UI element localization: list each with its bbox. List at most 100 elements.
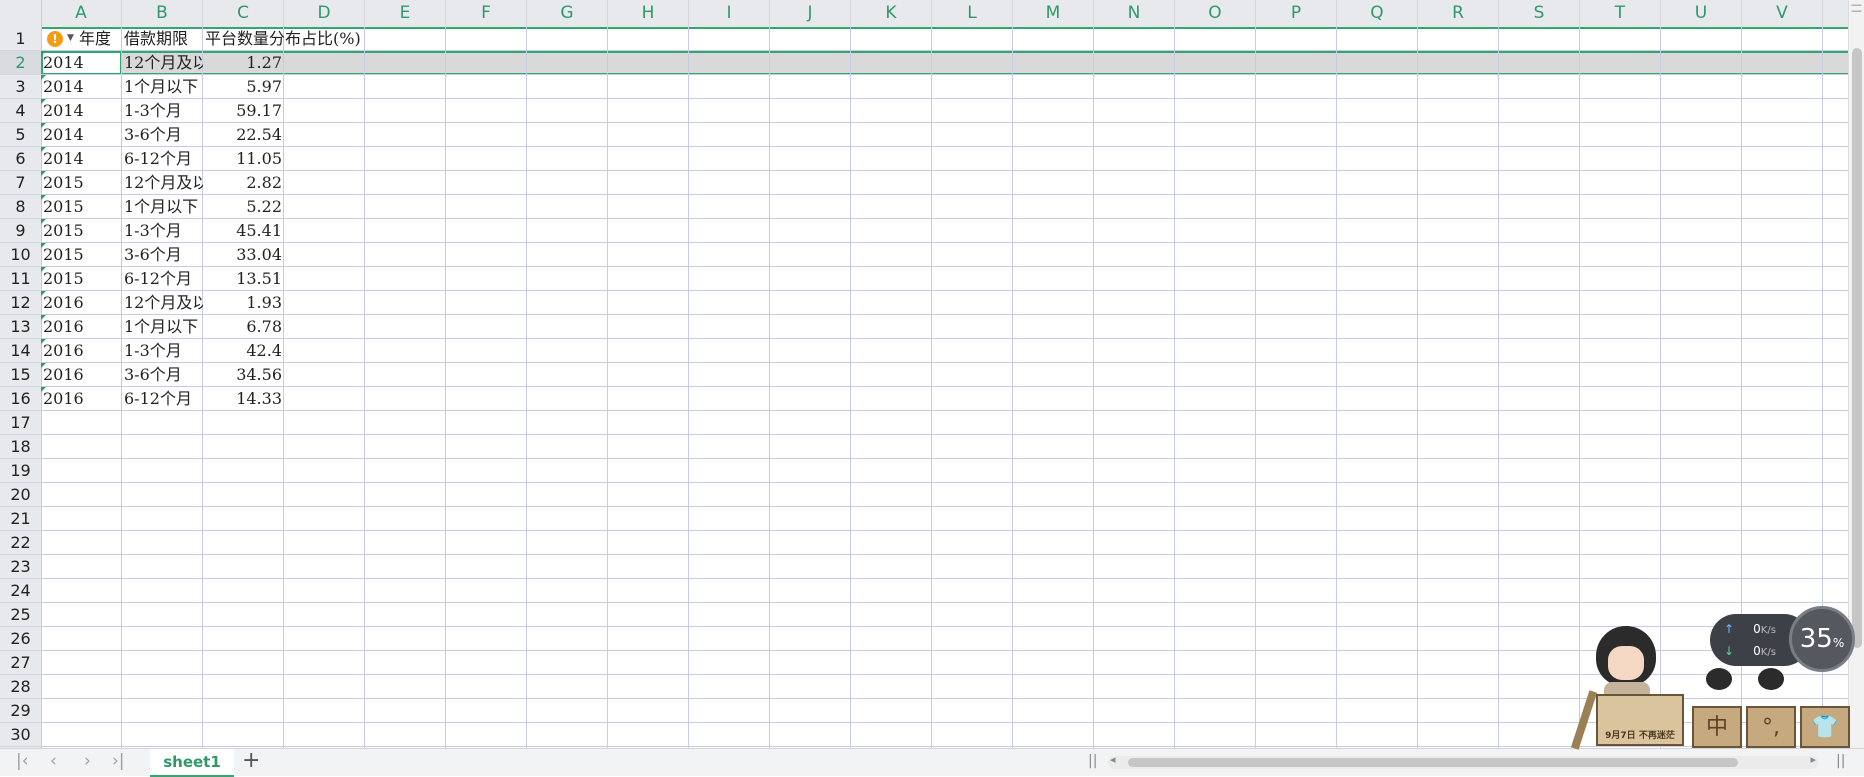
row-header-12[interactable]: 12: [0, 291, 41, 315]
cell-C13[interactable]: 6.78: [203, 315, 284, 339]
cell-A12[interactable]: 2016: [41, 291, 122, 315]
row-header-13[interactable]: 13: [0, 315, 41, 339]
cell-B15[interactable]: 3-6个月: [122, 363, 203, 387]
cpu-usage-gauge[interactable]: 35%: [1789, 606, 1855, 672]
select-all-corner[interactable]: [0, 0, 42, 27]
row-header-26[interactable]: 26: [0, 627, 41, 651]
cell-C8[interactable]: 5.22: [203, 195, 284, 219]
cell-A7[interactable]: 2015: [41, 171, 122, 195]
row-header-7[interactable]: 7: [0, 171, 41, 195]
warning-dropdown-icon[interactable]: ▼: [67, 33, 74, 43]
cell-C2[interactable]: 1.27: [203, 51, 284, 75]
column-header-H[interactable]: H: [608, 0, 689, 27]
cell-C5[interactable]: 22.54: [203, 123, 284, 147]
column-header-E[interactable]: E: [365, 0, 446, 27]
scroll-right-icon[interactable]: ▸: [1810, 753, 1816, 766]
cell-C14[interactable]: 42.4: [203, 339, 284, 363]
column-header-F[interactable]: F: [446, 0, 527, 27]
cell-A8[interactable]: 2015: [41, 195, 122, 219]
cell-B16[interactable]: 6-12个月: [122, 387, 203, 411]
cell-A3[interactable]: 2014: [41, 75, 122, 99]
cell-B12[interactable]: 12个月及以上: [122, 291, 203, 315]
cell-B3[interactable]: 1个月以下: [122, 75, 203, 99]
warning-icon[interactable]: !: [47, 31, 63, 47]
column-header-G[interactable]: G: [527, 0, 608, 27]
row-header-11[interactable]: 11: [0, 267, 41, 291]
column-header-B[interactable]: B: [122, 0, 203, 27]
ime-chinese-button[interactable]: 中: [1692, 706, 1742, 748]
split-handle-icon[interactable]: ||: [1836, 753, 1845, 769]
row-header-3[interactable]: 3: [0, 75, 41, 99]
prev-sheet-icon[interactable]: ‹: [50, 751, 57, 771]
row-header-25[interactable]: 25: [0, 603, 41, 627]
row-header-24[interactable]: 24: [0, 579, 41, 603]
cell-C9[interactable]: 45.41: [203, 219, 284, 243]
row-header-22[interactable]: 22: [0, 531, 41, 555]
ime-punctuation-button[interactable]: °,: [1746, 706, 1796, 748]
cell-A1[interactable]: 年度: [79, 27, 122, 51]
cell-C15[interactable]: 34.56: [203, 363, 284, 387]
first-sheet-icon[interactable]: |‹: [16, 751, 29, 771]
column-header-J[interactable]: J: [770, 0, 851, 27]
cell-A11[interactable]: 2015: [41, 267, 122, 291]
column-header-Q[interactable]: Q: [1337, 0, 1418, 27]
scroll-left-icon[interactable]: ◂: [1110, 753, 1116, 766]
column-header-C[interactable]: C: [203, 0, 284, 27]
cell-C4[interactable]: 59.17: [203, 99, 284, 123]
cell-B11[interactable]: 6-12个月: [122, 267, 203, 291]
cell-C10[interactable]: 33.04: [203, 243, 284, 267]
row-header-9[interactable]: 9: [0, 219, 41, 243]
cell-B8[interactable]: 1个月以下: [122, 195, 203, 219]
cell-B13[interactable]: 1个月以下: [122, 315, 203, 339]
cell-B6[interactable]: 6-12个月: [122, 147, 203, 171]
row-header-1[interactable]: 1: [0, 27, 41, 51]
column-header-R[interactable]: R: [1418, 0, 1499, 27]
cell-A16[interactable]: 2016: [41, 387, 122, 411]
row-header-21[interactable]: 21: [0, 507, 41, 531]
cell-B5[interactable]: 3-6个月: [122, 123, 203, 147]
cell-C16[interactable]: 14.33: [203, 387, 284, 411]
cell-B7[interactable]: 12个月及以上: [122, 171, 203, 195]
cell-A13[interactable]: 2016: [41, 315, 122, 339]
row-header-29[interactable]: 29: [0, 699, 41, 723]
row-header-17[interactable]: 17: [0, 411, 41, 435]
split-handle-icon[interactable]: ||: [1088, 753, 1097, 769]
column-header-V[interactable]: V: [1742, 0, 1823, 27]
cell-A5[interactable]: 2014: [41, 123, 122, 147]
row-header-16[interactable]: 16: [0, 387, 41, 411]
cell-C12[interactable]: 1.93: [203, 291, 284, 315]
row-header-23[interactable]: 23: [0, 555, 41, 579]
cell-A9[interactable]: 2015: [41, 219, 122, 243]
plus-icon[interactable]: +: [242, 748, 260, 773]
cell-B2[interactable]: 12个月及以上: [122, 51, 203, 75]
cell-C11[interactable]: 13.51: [203, 267, 284, 291]
cell-C3[interactable]: 5.97: [203, 75, 284, 99]
row-header-15[interactable]: 15: [0, 363, 41, 387]
cell-C1[interactable]: 平台数量分布占比(%): [203, 27, 403, 51]
ime-skin-button[interactable]: 👕: [1800, 706, 1850, 748]
scrollbar-menu-icon[interactable]: — —: [1851, 0, 1863, 16]
cell-A10[interactable]: 2015: [41, 243, 122, 267]
horizontal-scroll-thumb[interactable]: [1128, 758, 1738, 767]
cell-B10[interactable]: 3-6个月: [122, 243, 203, 267]
horizontal-scrollbar[interactable]: ◂ ▸: [1108, 753, 1818, 769]
cell-B4[interactable]: 1-3个月: [122, 99, 203, 123]
column-header-N[interactable]: N: [1094, 0, 1175, 27]
column-header-L[interactable]: L: [932, 0, 1013, 27]
row-header-4[interactable]: 4: [0, 99, 41, 123]
cell-C6[interactable]: 11.05: [203, 147, 284, 171]
column-header-D[interactable]: D: [284, 0, 365, 27]
cell-A2[interactable]: 2014: [41, 51, 122, 75]
column-header-U[interactable]: U: [1661, 0, 1742, 27]
row-header-5[interactable]: 5: [0, 123, 41, 147]
row-header-28[interactable]: 28: [0, 675, 41, 699]
column-header-O[interactable]: O: [1175, 0, 1256, 27]
row-header-8[interactable]: 8: [0, 195, 41, 219]
cell-B14[interactable]: 1-3个月: [122, 339, 203, 363]
last-sheet-icon[interactable]: ›|: [112, 751, 125, 771]
cell-A14[interactable]: 2016: [41, 339, 122, 363]
cell-A15[interactable]: 2016: [41, 363, 122, 387]
column-header-S[interactable]: S: [1499, 0, 1580, 27]
column-header-M[interactable]: M: [1013, 0, 1094, 27]
column-header-I[interactable]: I: [689, 0, 770, 27]
